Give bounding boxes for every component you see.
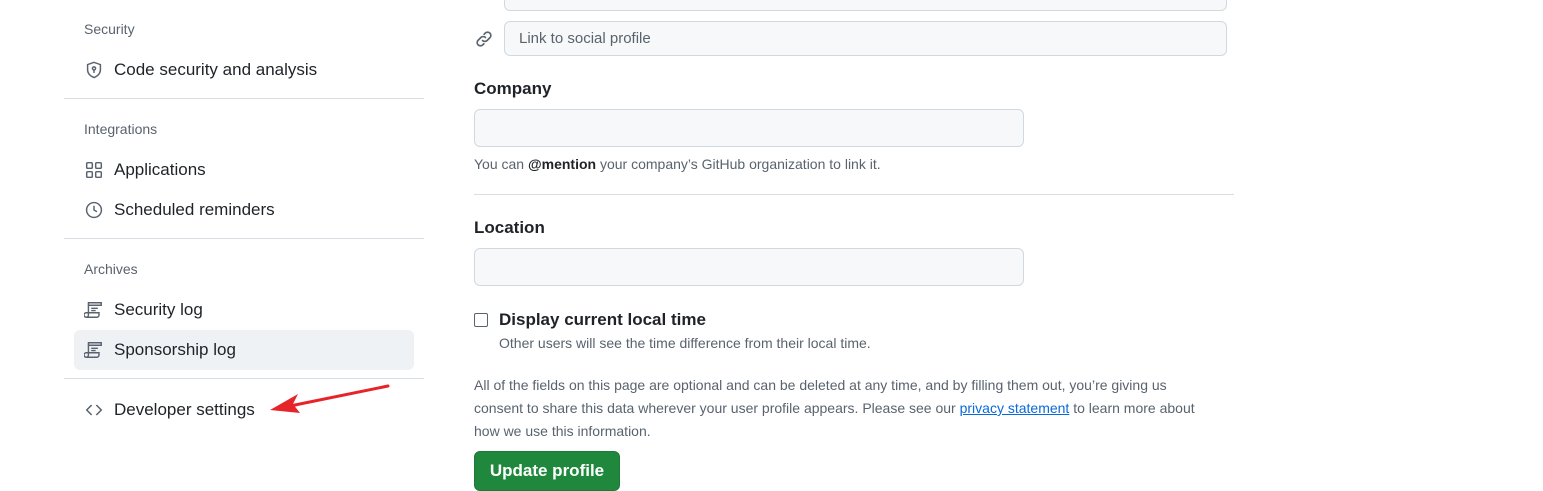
link-icon (474, 29, 494, 49)
profile-form: Company You can @mention your company’s … (474, 0, 1244, 491)
local-time-note: Other users will see the time difference… (499, 335, 871, 351)
social-link-input-2[interactable] (504, 21, 1227, 56)
location-label: Location (474, 218, 545, 237)
group-heading-archives: Archives (84, 261, 138, 277)
sidebar-item-code-security[interactable]: Code security and analysis (74, 50, 414, 90)
red-arrow-annotation-icon (270, 384, 390, 413)
sidebar-item-label: Applications (114, 160, 206, 179)
log-icon (84, 340, 104, 360)
company-note-mention: @mention (527, 156, 597, 172)
sidebar-divider (64, 238, 424, 239)
sidebar-item-label: Code security and analysis (114, 60, 318, 79)
sidebar-item-scheduled-reminders[interactable]: Scheduled reminders (74, 190, 414, 230)
company-note-suffix: your company’s GitHub organization to li… (596, 156, 881, 172)
privacy-statement-link[interactable]: privacy statement (960, 400, 1070, 416)
sidebar-divider (64, 378, 424, 379)
group-heading-security: Security (84, 21, 135, 37)
company-note: You can @mention your company’s GitHub o… (474, 156, 881, 172)
sidebar-item-security-log[interactable]: Security log (74, 290, 414, 330)
local-time-label[interactable]: Display current local time (499, 310, 706, 330)
company-note-prefix: You can (474, 156, 528, 172)
sidebar-item-label: Developer settings (114, 400, 255, 419)
privacy-disclaimer: All of the fields on this page are optio… (474, 374, 1214, 443)
social-link-input-1[interactable] (504, 0, 1227, 11)
code-icon (84, 400, 104, 420)
sidebar-item-label: Security log (114, 300, 203, 319)
sidebar-item-sponsorship-log[interactable]: Sponsorship log (74, 330, 414, 370)
apps-grid-icon (84, 160, 104, 180)
update-profile-button[interactable]: Update profile (474, 451, 620, 491)
group-heading-integrations: Integrations (84, 121, 158, 137)
sidebar-item-label: Scheduled reminders (114, 200, 275, 219)
sidebar-item-applications[interactable]: Applications (74, 150, 414, 190)
shield-lock-icon (84, 60, 104, 80)
sidebar-divider (64, 98, 424, 99)
location-input[interactable] (474, 248, 1024, 286)
company-label: Company (474, 79, 552, 98)
local-time-row: Display current local time (474, 310, 706, 330)
sidebar-item-label: Sponsorship log (114, 340, 236, 359)
company-input[interactable] (474, 109, 1024, 147)
local-time-checkbox[interactable] (474, 313, 488, 327)
log-icon (84, 300, 104, 320)
clock-icon (84, 200, 104, 220)
form-divider (474, 194, 1234, 195)
